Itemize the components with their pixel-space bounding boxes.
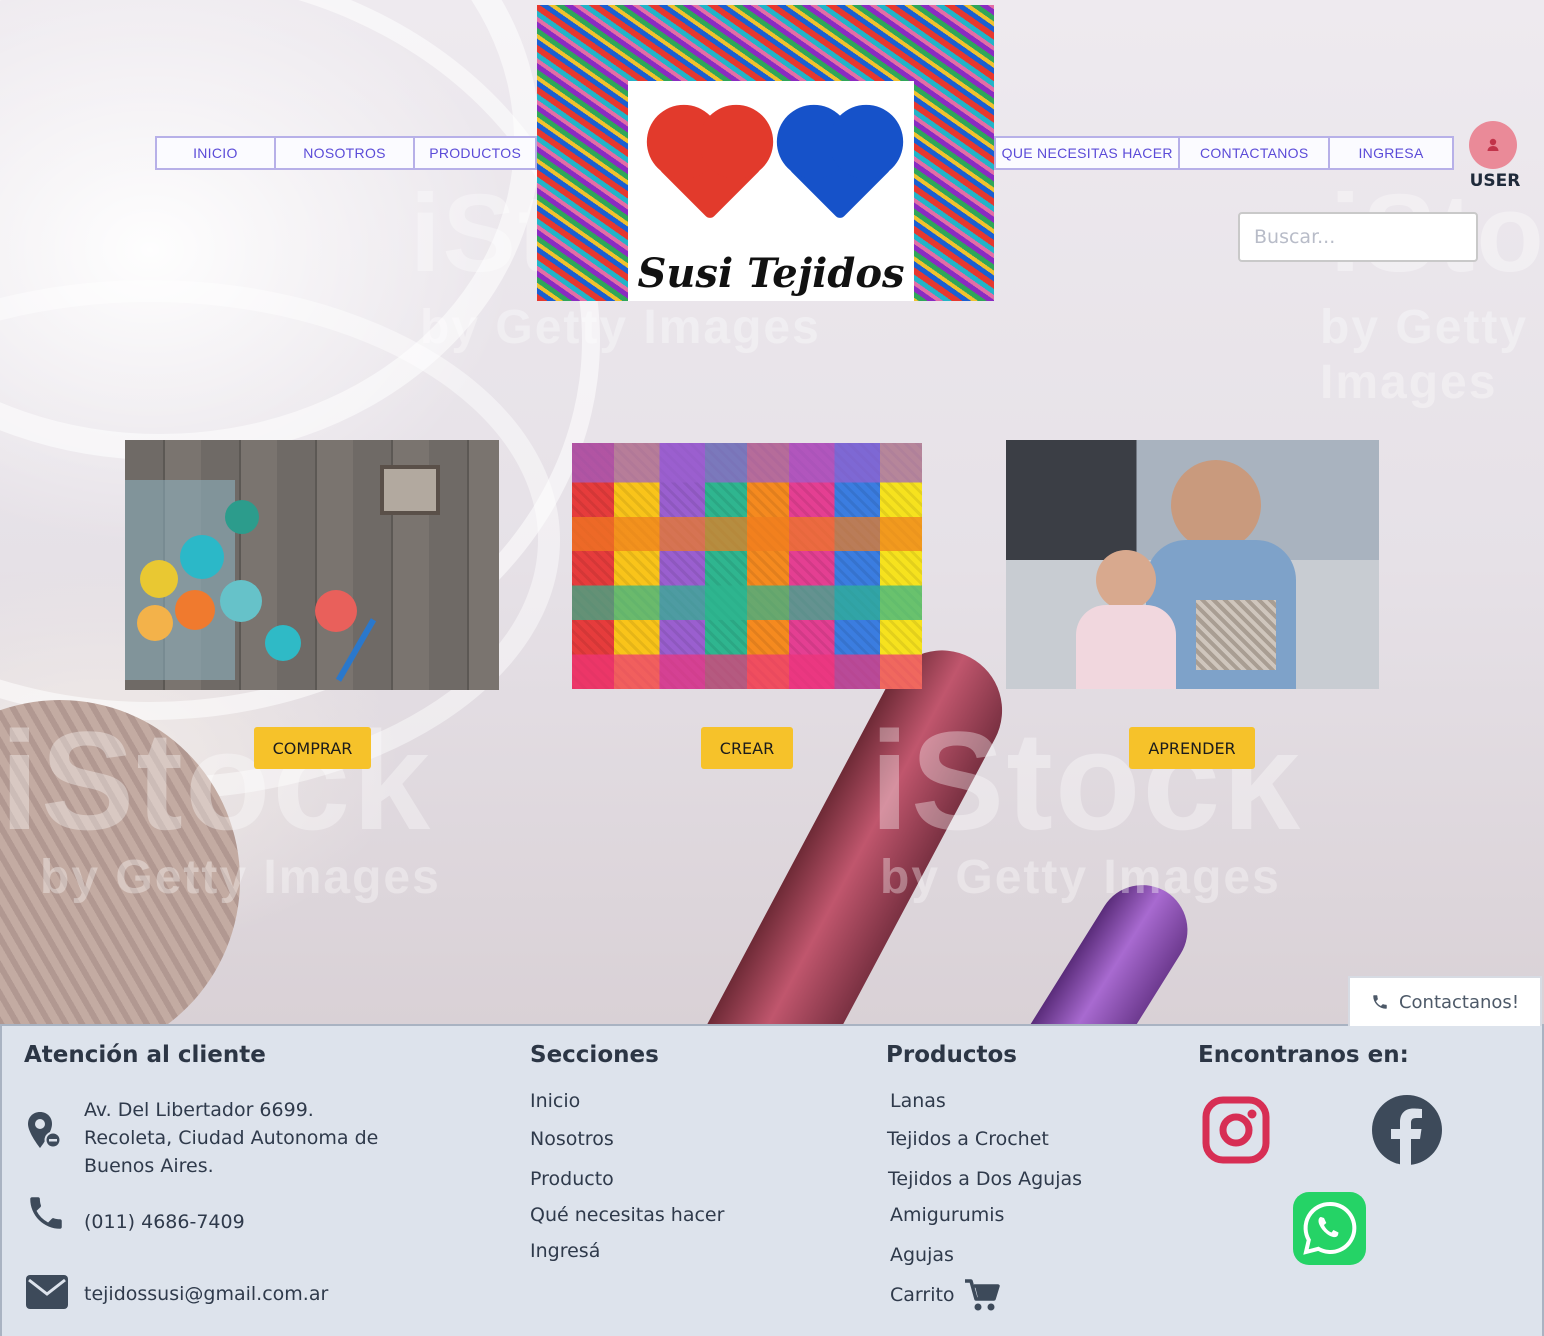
address-line-3: Buenos Aires. — [84, 1155, 214, 1177]
watermark-text: iStock — [0, 702, 433, 859]
phone-icon — [30, 1197, 62, 1229]
phone-number[interactable]: (011) 4686-7409 — [84, 1208, 245, 1236]
nav-que-necesitas-hacer[interactable]: QUE NECESITAS HACER — [996, 138, 1181, 168]
yarn-ball — [265, 625, 301, 661]
footer-link-amigurumis[interactable]: Amigurumis — [890, 1204, 1004, 1226]
user-label: USER — [1469, 171, 1521, 191]
facebook-icon[interactable] — [1371, 1094, 1443, 1166]
card-image-comprar[interactable] — [125, 440, 499, 690]
shopping-cart-icon[interactable] — [964, 1278, 1000, 1312]
card-image-crear[interactable] — [572, 443, 922, 689]
nav-right: QUE NECESITAS HACER CONTACTANOS INGRESA — [994, 136, 1454, 170]
user-icon — [1487, 138, 1499, 151]
phone-icon — [1373, 995, 1387, 1009]
woven-overlay — [572, 443, 922, 689]
footer-link-que-necesitas[interactable]: Qué necesitas hacer — [530, 1204, 724, 1226]
logo-text: Susi Tejidos — [637, 250, 905, 297]
comprar-button[interactable]: COMPRAR — [254, 727, 371, 769]
nav-ingresa[interactable]: INGRESA — [1330, 138, 1452, 168]
card-image-aprender[interactable] — [1006, 440, 1379, 689]
yarn-ball — [315, 590, 357, 632]
instagram-icon[interactable] — [1202, 1096, 1270, 1164]
footer-productos-title: Productos — [886, 1042, 1017, 1068]
yarn-ball — [180, 535, 224, 579]
footer-atencion-title: Atención al cliente — [24, 1042, 266, 1068]
contactanos-floating-button[interactable]: Contactanos! — [1348, 976, 1542, 1026]
location-pin-icon — [28, 1112, 62, 1149]
logo-panel: Susi Tejidos — [628, 81, 914, 301]
email-address[interactable]: tejidossusi@gmail.com.ar — [84, 1280, 328, 1308]
nav-left: INICIO NOSOTROS PRODUCTOS — [155, 136, 537, 170]
footer-link-inicio[interactable]: Inicio — [530, 1090, 580, 1112]
watermark-subtext: by Getty Images — [880, 851, 1281, 904]
footer-link-carrito[interactable]: Carrito — [890, 1284, 955, 1306]
yarn-ball — [137, 605, 173, 641]
yarn-ball — [175, 590, 215, 630]
watermark-subtext: by Getty Images — [1320, 301, 1529, 409]
mail-icon — [26, 1275, 68, 1309]
address-line-2: Recoleta, Ciudad Autonoma de — [84, 1127, 379, 1149]
footer: Atención al cliente Av. Del Libertador 6… — [0, 1024, 1544, 1336]
footer-link-agujas[interactable]: Agujas — [890, 1244, 954, 1266]
nav-inicio[interactable]: INICIO — [157, 138, 276, 168]
aprender-button[interactable]: APRENDER — [1129, 727, 1255, 769]
blue-heart-icon — [787, 115, 893, 221]
footer-link-producto[interactable]: Producto — [530, 1168, 614, 1190]
heart-frame-decoration — [380, 465, 440, 515]
whatsapp-icon[interactable] — [1293, 1192, 1366, 1265]
nav-contactanos[interactable]: CONTACTANOS — [1180, 138, 1331, 168]
footer-link-lanas[interactable]: Lanas — [890, 1090, 946, 1112]
nav-nosotros[interactable]: NOSOTROS — [276, 138, 416, 168]
footer-social-title: Encontranos en: — [1198, 1042, 1409, 1068]
red-heart-icon — [657, 115, 763, 221]
watermark-subtext: by Getty Images — [40, 851, 441, 904]
search-input[interactable] — [1238, 212, 1478, 262]
yarn-ball — [140, 560, 178, 598]
footer-link-dos-agujas[interactable]: Tejidos a Dos Agujas — [888, 1168, 1082, 1190]
footer-link-crochet[interactable]: Tejidos a Crochet — [887, 1128, 1049, 1150]
address-line-1: Av. Del Libertador 6699. — [84, 1099, 314, 1121]
footer-link-nosotros[interactable]: Nosotros — [530, 1128, 614, 1150]
person-decoration — [1096, 550, 1156, 610]
nav-productos[interactable]: PRODUCTOS — [415, 138, 535, 168]
person-decoration — [1171, 460, 1261, 550]
knitting-decoration — [1196, 600, 1276, 670]
footer-link-ingresa[interactable]: Ingresá — [530, 1240, 600, 1262]
footer-secciones-title: Secciones — [530, 1042, 659, 1068]
contactanos-label: Contactanos! — [1398, 991, 1520, 1013]
watermark-text: iStock — [870, 702, 1303, 859]
yarn-ball — [225, 500, 259, 534]
user-avatar-button[interactable] — [1469, 121, 1517, 169]
yarn-ball — [220, 580, 262, 622]
watermark-subtext: by Getty Images — [420, 301, 821, 354]
person-decoration — [1076, 605, 1176, 689]
brand-logo[interactable]: Susi Tejidos — [537, 5, 994, 301]
crear-button[interactable]: CREAR — [701, 727, 793, 769]
